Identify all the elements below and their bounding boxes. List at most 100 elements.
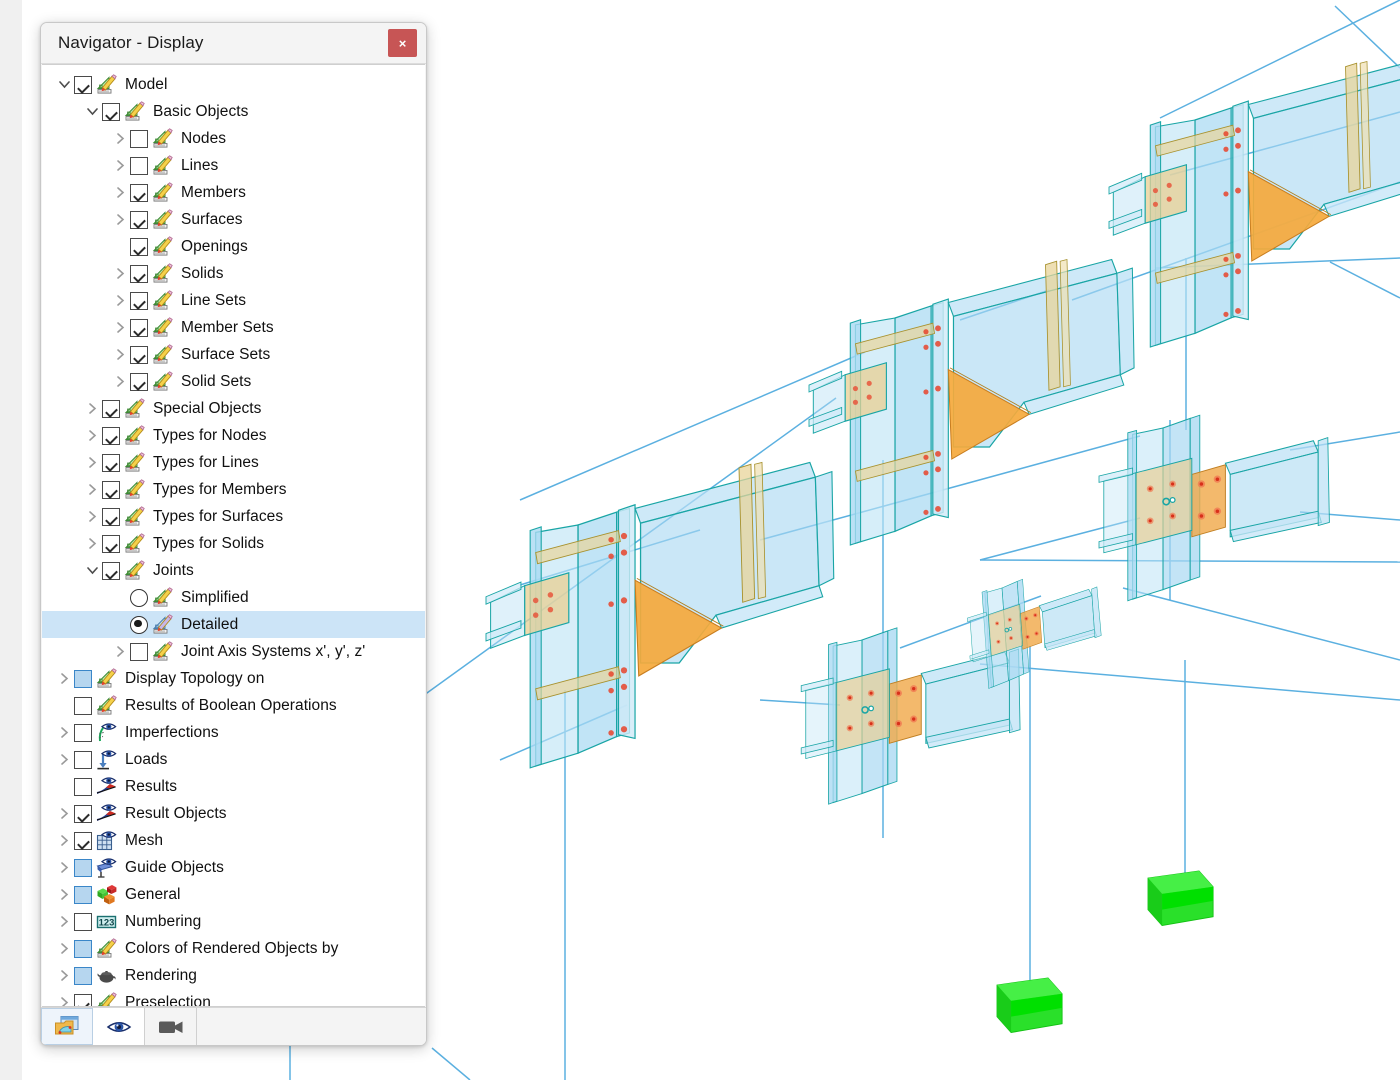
checkbox-checked[interactable] — [130, 183, 148, 202]
tree-item-types-for-lines[interactable]: Types for Lines — [42, 449, 425, 476]
checkbox-checked[interactable] — [130, 345, 148, 364]
checkbox-checked[interactable] — [130, 372, 148, 391]
checkbox-checked[interactable] — [102, 102, 120, 121]
chevron-down-icon[interactable] — [82, 98, 102, 125]
checkbox-checked[interactable] — [102, 426, 120, 445]
chevron-down-icon[interactable] — [82, 557, 102, 584]
chevron-right-icon[interactable] — [54, 908, 74, 935]
checkbox-unchecked[interactable] — [130, 129, 148, 148]
checkbox-checked[interactable] — [74, 75, 92, 94]
navigator-bottom-toolbar[interactable] — [41, 1007, 426, 1045]
tree-item-loads[interactable]: Loads — [42, 746, 425, 773]
tree-item-mesh[interactable]: Mesh — [42, 827, 425, 854]
tree-item-joints[interactable]: Joints — [42, 557, 425, 584]
chevron-right-icon[interactable] — [54, 665, 74, 692]
fixed-support-right[interactable] — [1147, 870, 1214, 926]
checkbox-checked[interactable] — [130, 264, 148, 283]
chevron-right-icon[interactable] — [110, 260, 130, 287]
chevron-right-icon[interactable] — [54, 881, 74, 908]
camera-navigator-button[interactable] — [145, 1008, 197, 1045]
chevron-right-icon[interactable] — [54, 800, 74, 827]
views-navigator-button[interactable] — [93, 1008, 145, 1045]
chevron-right-icon[interactable] — [110, 152, 130, 179]
chevron-right-icon[interactable] — [110, 314, 130, 341]
checkbox-partial[interactable] — [74, 669, 92, 688]
tree-item-results-of-boolean-operations[interactable]: Results of Boolean Operations — [42, 692, 425, 719]
checkbox-checked[interactable] — [102, 561, 120, 580]
tree-item-rendering[interactable]: Rendering — [42, 962, 425, 989]
tree-item-special-objects[interactable]: Special Objects — [42, 395, 425, 422]
tree-item-simplified[interactable]: Simplified — [42, 584, 425, 611]
tree-item-solids[interactable]: Solids — [42, 260, 425, 287]
checkbox-unchecked[interactable] — [130, 642, 148, 661]
checkbox-checked[interactable] — [130, 291, 148, 310]
checkbox-checked[interactable] — [74, 804, 92, 823]
chevron-right-icon[interactable] — [82, 449, 102, 476]
checkbox-checked[interactable] — [102, 453, 120, 472]
chevron-right-icon[interactable] — [54, 962, 74, 989]
checkbox-checked[interactable] — [102, 480, 120, 499]
chevron-right-icon[interactable] — [82, 530, 102, 557]
tree-item-joint-axis-systems-x-y-z[interactable]: Joint Axis Systems x', y', z' — [42, 638, 425, 665]
tree-item-members[interactable]: Members — [42, 179, 425, 206]
checkbox-checked[interactable] — [102, 534, 120, 553]
close-icon[interactable]: × — [388, 29, 417, 57]
tree-item-imperfections[interactable]: Imperfections — [42, 719, 425, 746]
navigator-tree-scroll-area[interactable]: Model Basic Objects Nodes Lines Members … — [42, 64, 425, 1007]
chevron-right-icon[interactable] — [110, 638, 130, 665]
tree-item-results[interactable]: Results — [42, 773, 425, 800]
tree-item-types-for-nodes[interactable]: Types for Nodes — [42, 422, 425, 449]
tree-item-surfaces[interactable]: Surfaces — [42, 206, 425, 233]
chevron-right-icon[interactable] — [82, 476, 102, 503]
tree-item-nodes[interactable]: Nodes — [42, 125, 425, 152]
chevron-right-icon[interactable] — [54, 989, 74, 1006]
tree-item-member-sets[interactable]: Member Sets — [42, 314, 425, 341]
tree-item-basic-objects[interactable]: Basic Objects — [42, 98, 425, 125]
haunched-moment-connection-top-right[interactable] — [1108, 60, 1400, 348]
chevron-right-icon[interactable] — [54, 746, 74, 773]
chevron-right-icon[interactable] — [110, 206, 130, 233]
tree-item-guide-objects[interactable]: Guide Objects — [42, 854, 425, 881]
radio-off[interactable] — [130, 588, 148, 607]
fixed-support-left[interactable] — [996, 977, 1063, 1033]
tree-item-general[interactable]: General — [42, 881, 425, 908]
display-navigator-tree[interactable]: Model Basic Objects Nodes Lines Members … — [42, 65, 425, 1006]
tree-item-openings[interactable]: Openings — [42, 233, 425, 260]
tree-item-lines[interactable]: Lines — [42, 152, 425, 179]
checkbox-partial[interactable] — [74, 858, 92, 877]
chevron-right-icon[interactable] — [54, 719, 74, 746]
checkbox-checked[interactable] — [74, 831, 92, 850]
tree-item-line-sets[interactable]: Line Sets — [42, 287, 425, 314]
tree-item-preselection[interactable]: Preselection — [42, 989, 425, 1006]
chevron-right-icon[interactable] — [82, 503, 102, 530]
chevron-down-icon[interactable] — [54, 71, 74, 98]
checkbox-checked[interactable] — [130, 210, 148, 229]
checkbox-partial[interactable] — [74, 939, 92, 958]
checkbox-unchecked[interactable] — [74, 912, 92, 931]
checkbox-checked[interactable] — [74, 993, 92, 1006]
checkbox-checked[interactable] — [102, 399, 120, 418]
haunched-moment-connection-left[interactable] — [485, 461, 835, 769]
tree-item-types-for-surfaces[interactable]: Types for Surfaces — [42, 503, 425, 530]
display-navigator-button[interactable] — [41, 1008, 93, 1045]
tree-item-numbering[interactable]: 123 Numbering — [42, 908, 425, 935]
checkbox-unchecked[interactable] — [74, 750, 92, 769]
chevron-right-icon[interactable] — [110, 287, 130, 314]
tree-item-types-for-members[interactable]: Types for Members — [42, 476, 425, 503]
checkbox-checked[interactable] — [102, 507, 120, 526]
tree-item-detailed[interactable]: Detailed — [42, 611, 425, 638]
tree-item-solid-sets[interactable]: Solid Sets — [42, 368, 425, 395]
checkbox-unchecked[interactable] — [74, 696, 92, 715]
chevron-right-icon[interactable] — [110, 125, 130, 152]
chevron-right-icon[interactable] — [110, 368, 130, 395]
navigator-display-panel[interactable]: Navigator - Display × Model Basic Object… — [40, 22, 427, 1046]
haunched-moment-connection-middle[interactable] — [808, 258, 1135, 546]
chevron-right-icon[interactable] — [54, 854, 74, 881]
checkbox-unchecked[interactable] — [74, 777, 92, 796]
beam-to-column-bolted-connection-right[interactable] — [1098, 414, 1331, 602]
radio-on[interactable] — [130, 615, 148, 634]
checkbox-checked[interactable] — [130, 237, 148, 256]
chevron-right-icon[interactable] — [82, 395, 102, 422]
chevron-right-icon[interactable] — [110, 341, 130, 368]
checkbox-unchecked[interactable] — [130, 156, 148, 175]
